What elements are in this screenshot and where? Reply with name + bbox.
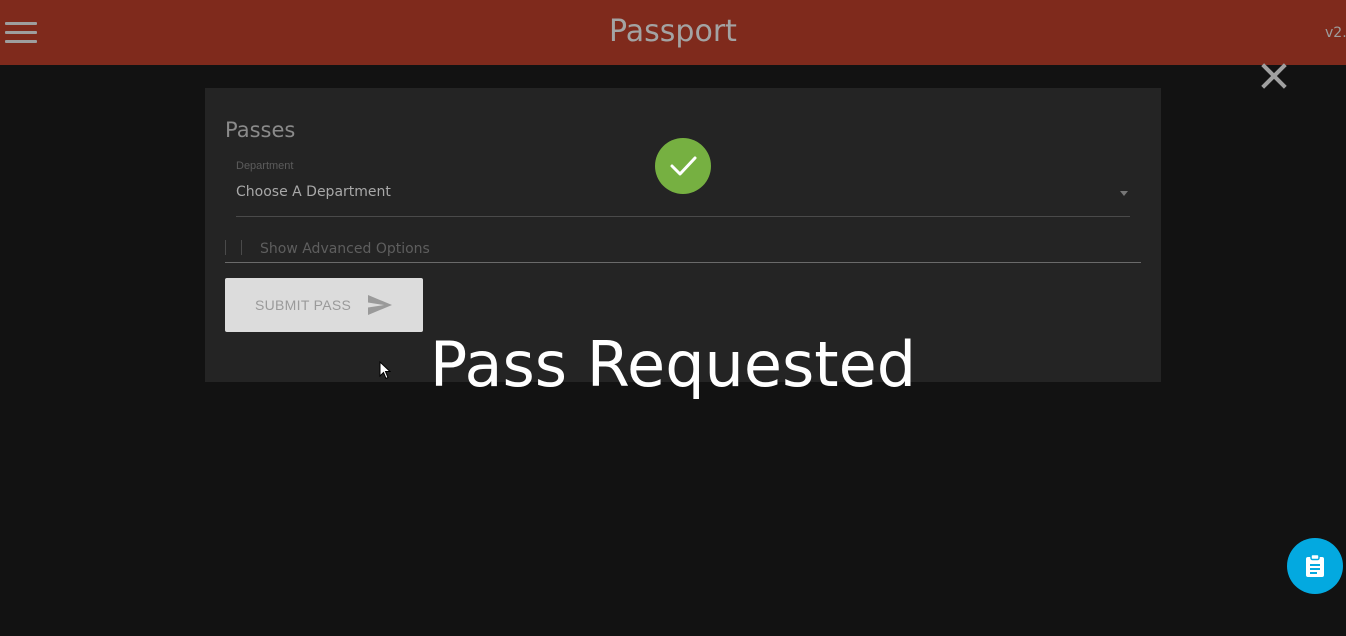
submit-pass-button[interactable]: SUBMIT PASS <box>225 278 423 332</box>
card-title: Passes <box>225 118 296 142</box>
submit-pass-label: SUBMIT PASS <box>255 297 352 313</box>
dropdown-arrow-icon <box>1120 191 1128 196</box>
mouse-cursor-icon <box>379 361 391 380</box>
department-value: Choose A Department <box>236 184 391 200</box>
advanced-options-label: Show Advanced Options <box>260 241 430 257</box>
department-label: Department <box>236 160 294 172</box>
check-circle-icon <box>655 138 711 194</box>
clipboard-icon <box>1306 554 1324 577</box>
clipboard-fab-button[interactable] <box>1287 538 1343 594</box>
pass-requested-message: Pass Requested <box>429 328 917 401</box>
app-bar: Passport v2. <box>0 0 1346 65</box>
close-icon[interactable] <box>1260 62 1288 90</box>
version-label: v2. <box>1325 25 1346 41</box>
send-icon <box>368 295 392 315</box>
advanced-options-row: Show Advanced Options <box>225 238 1141 263</box>
advanced-options-checkbox[interactable] <box>225 240 242 255</box>
app-title: Passport <box>609 14 737 49</box>
